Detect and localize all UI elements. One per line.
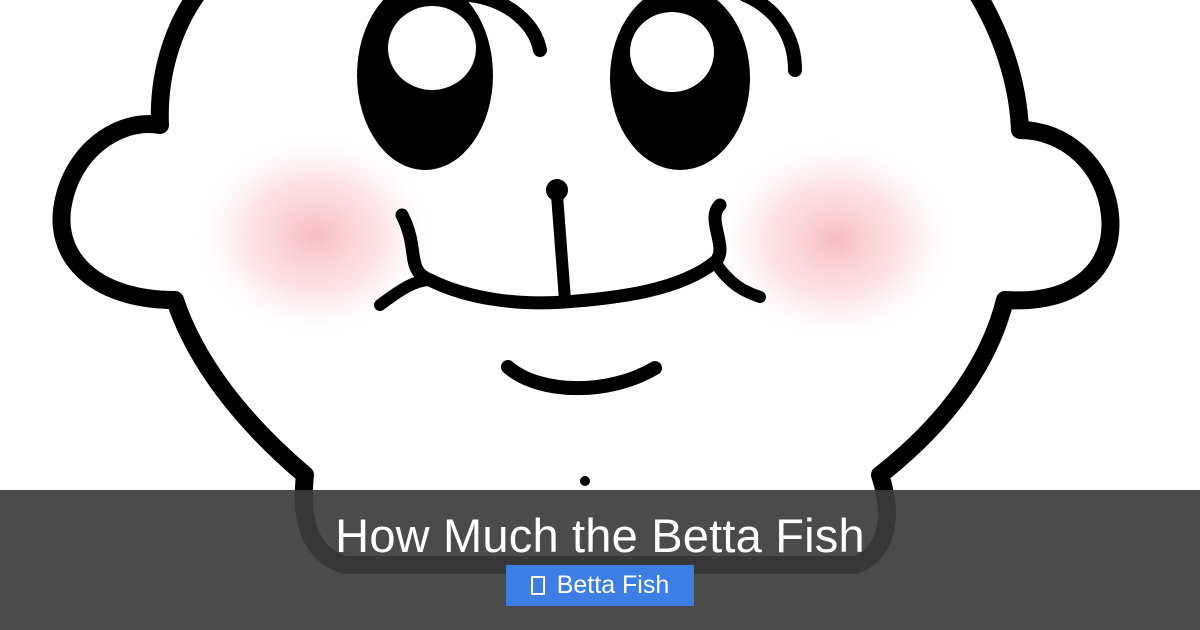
featured-hero: How Much the Betta Fish Betta Fish xyxy=(0,0,1200,630)
nose-line xyxy=(551,189,571,306)
right-eye-highlight xyxy=(630,12,714,92)
post-title[interactable]: How Much the Betta Fish xyxy=(0,505,1200,567)
right-blush xyxy=(710,135,960,345)
category-label: Betta Fish xyxy=(556,571,670,599)
folder-icon xyxy=(530,576,545,595)
left-eye-highlight xyxy=(388,6,476,90)
belly-dot xyxy=(580,476,590,486)
category-badge[interactable]: Betta Fish xyxy=(506,565,694,606)
